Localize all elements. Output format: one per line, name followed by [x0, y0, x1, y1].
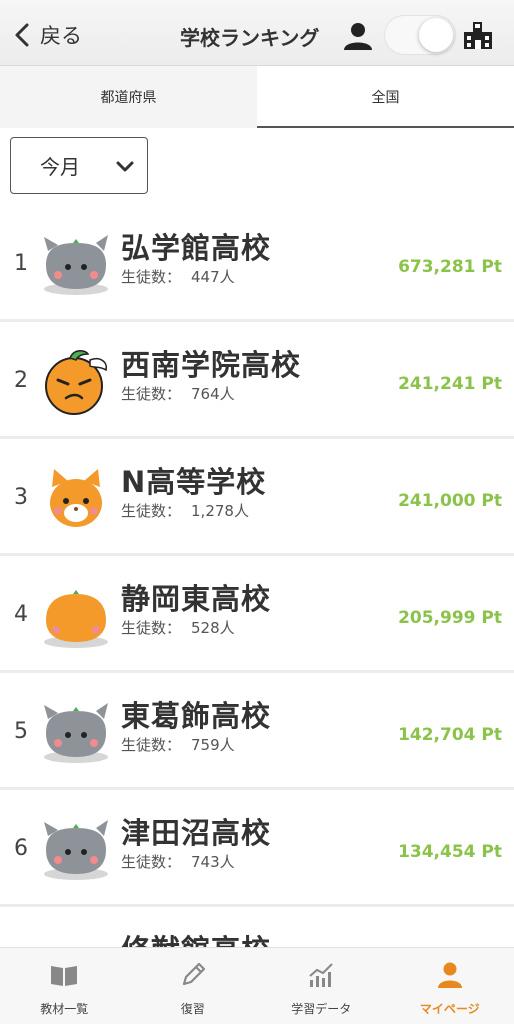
- ranking-list: 1 弘学館高校 生徒数： 447人 673,281 Pt 2 西南学院高校 生徒数…: [0, 205, 514, 947]
- back-label: 戻る: [40, 24, 82, 48]
- period-select[interactable]: 今月: [10, 137, 148, 194]
- student-count: 生徒数： 759人: [121, 734, 235, 755]
- rank-number: 1: [14, 251, 28, 276]
- student-count-label: 生徒数：: [121, 619, 182, 637]
- chevron-down-icon: [116, 161, 134, 172]
- toggle-knob: [419, 18, 453, 52]
- points-value: 241,241 Pt: [398, 374, 502, 394]
- points-value: 134,454 Pt: [398, 842, 502, 862]
- ranking-row[interactable]: 4 静岡東高校 生徒数： 528人 205,999 Pt: [0, 556, 514, 673]
- nav-label: 教材一覧: [40, 1002, 89, 1016]
- ranking-row[interactable]: 2 西南学院高校 生徒数： 764人 241,241 Pt: [0, 322, 514, 439]
- student-count: 生徒数： 528人: [121, 617, 235, 638]
- ranking-row[interactable]: 3 N高等学校 生徒数： 1,278人 241,000 Pt: [0, 439, 514, 556]
- tab-national[interactable]: 全国: [257, 66, 514, 128]
- school-name: 津田沼高校: [121, 816, 272, 850]
- student-count-value: 1,278人: [191, 502, 249, 520]
- mandarin-icon: [44, 590, 108, 648]
- bottom-nav: 教材一覧 復習 学習データ マイページ: [0, 947, 514, 1024]
- student-count-value: 447人: [191, 268, 235, 286]
- student-count-value: 764人: [191, 385, 235, 403]
- nav-materials[interactable]: 教材一覧: [0, 948, 129, 1024]
- student-count-label: 生徒数：: [121, 736, 182, 754]
- rank-number: 4: [14, 602, 28, 627]
- school-name: 修猷館高校: [121, 927, 271, 947]
- logo-icon: [40, 931, 112, 947]
- student-count-label: 生徒数：: [121, 385, 182, 403]
- points-value: 142,704 Pt: [398, 725, 502, 745]
- rhino-icon: [44, 703, 108, 763]
- student-count-label: 生徒数：: [121, 853, 182, 871]
- ranking-row[interactable]: 1 弘学館高校 生徒数： 447人 673,281 Pt: [0, 205, 514, 322]
- school-name: 西南学院高校: [121, 348, 302, 382]
- nav-study-data[interactable]: 学習データ: [257, 948, 386, 1024]
- student-count-value: 759人: [191, 736, 235, 754]
- header-bar: 戻る 学校ランキング: [0, 0, 514, 66]
- rhino-icon: [44, 235, 108, 295]
- cat-icon: [50, 469, 102, 527]
- points-value: 673,281 Pt: [398, 257, 502, 277]
- school-name: 弘学館高校: [121, 231, 272, 265]
- period-select-value: 今月: [40, 155, 80, 179]
- tab-prefecture[interactable]: 都道府県: [0, 66, 257, 128]
- student-count: 生徒数： 764人: [121, 383, 235, 404]
- chart-icon: [309, 963, 333, 987]
- student-count: 生徒数： 1,278人: [121, 500, 249, 521]
- rank-number: 3: [14, 485, 28, 510]
- rank-number: 6: [14, 836, 28, 861]
- orange-face-icon: [45, 350, 108, 415]
- student-count: 生徒数： 743人: [121, 851, 235, 872]
- school-name: N高等学校: [121, 465, 267, 499]
- rank-number: 2: [14, 368, 28, 393]
- nav-label: 復習: [180, 1002, 205, 1016]
- pencil-icon: [182, 962, 205, 986]
- school-building-icon[interactable]: [462, 19, 494, 51]
- points-value: 205,999 Pt: [398, 608, 502, 628]
- ranking-row[interactable]: 5 東葛飾高校 生徒数： 759人 142,704 Pt: [0, 673, 514, 790]
- back-button[interactable]: 戻る: [10, 20, 82, 50]
- student-count-label: 生徒数：: [121, 502, 182, 520]
- rhino-icon: [44, 820, 108, 880]
- student-count-value: 528人: [191, 619, 235, 637]
- rank-number: 5: [14, 719, 28, 744]
- person-icon: [437, 962, 462, 988]
- student-count-value: 743人: [191, 853, 235, 871]
- school-name: 静岡東高校: [121, 582, 272, 616]
- nav-label: マイページ: [419, 1002, 480, 1016]
- nav-label: 学習データ: [291, 1002, 352, 1016]
- user-icon[interactable]: [342, 20, 374, 52]
- chevron-left-icon: [15, 23, 29, 47]
- school-name: 東葛飾高校: [121, 699, 272, 733]
- ranking-row[interactable]: 6 津田沼高校 生徒数： 743人 134,454 Pt: [0, 790, 514, 907]
- scope-tabs: 都道府県 全国: [0, 66, 514, 128]
- view-toggle[interactable]: [384, 15, 456, 55]
- nav-mypage[interactable]: マイページ: [386, 948, 514, 1024]
- ranking-row[interactable]: 修猷館高校: [0, 907, 514, 947]
- book-icon: [51, 966, 78, 986]
- student-count: 生徒数： 447人: [121, 266, 235, 287]
- student-count-label: 生徒数：: [121, 268, 182, 286]
- page-title: 学校ランキング: [180, 26, 320, 50]
- points-value: 241,000 Pt: [398, 491, 502, 511]
- nav-review[interactable]: 復習: [129, 948, 258, 1024]
